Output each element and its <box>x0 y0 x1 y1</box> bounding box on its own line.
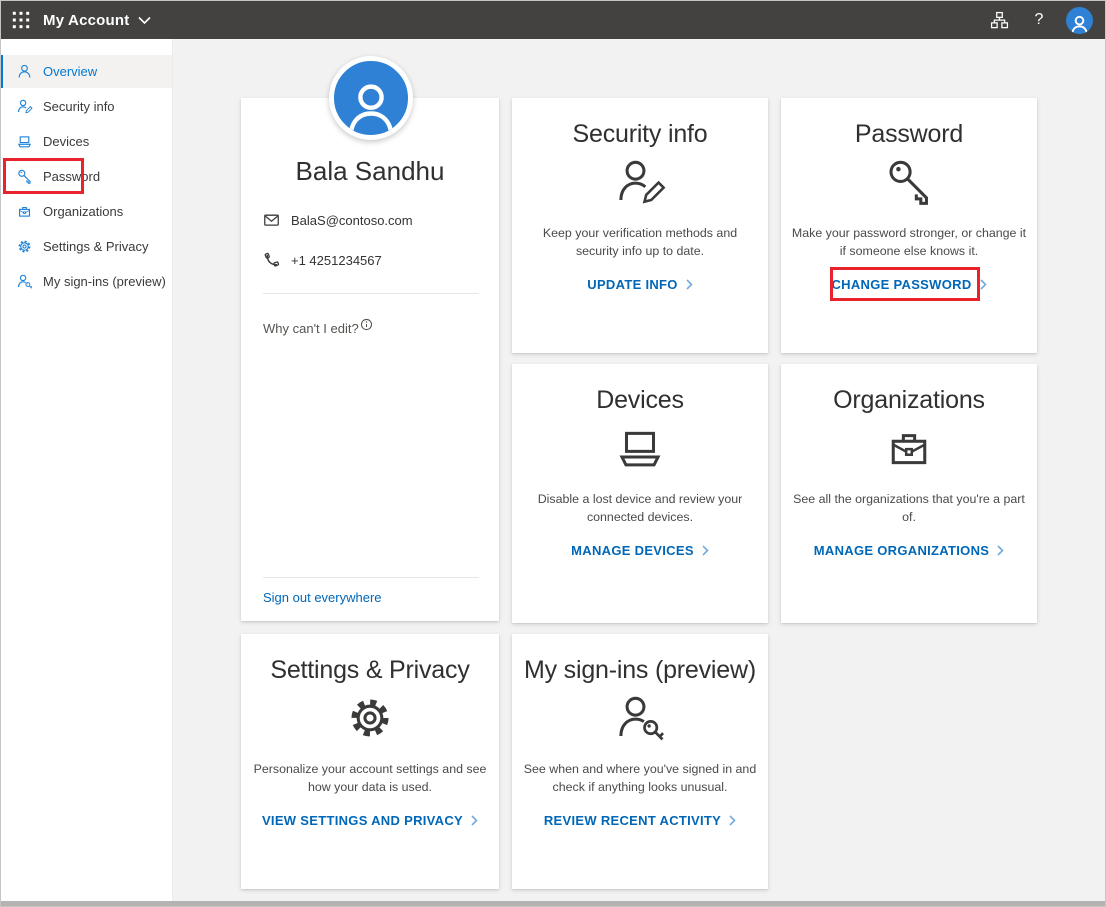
info-icon[interactable] <box>360 318 373 331</box>
phone-icon <box>263 252 280 269</box>
edit-help-text: Why can't I edit? <box>263 321 359 336</box>
sidebar-item-organizations[interactable]: Organizations <box>1 195 172 228</box>
organizations-card: Organizations See all the organizations … <box>781 364 1037 623</box>
avatar-person-icon <box>1066 7 1093 34</box>
briefcase-icon <box>16 203 33 220</box>
chevron-right-icon <box>980 279 987 290</box>
view-settings-privacy-link[interactable]: VIEW SETTINGS AND PRIVACY <box>262 813 478 828</box>
key-icon <box>16 168 33 185</box>
manage-devices-link[interactable]: MANAGE DEVICES <box>571 543 709 558</box>
sign-out-everywhere-link[interactable]: Sign out everywhere <box>241 590 499 605</box>
sidebar-item-label: Overview <box>43 64 97 79</box>
bottom-edge-strip <box>1 901 1105 906</box>
review-recent-activity-link[interactable]: REVIEW RECENT ACTIVITY <box>544 813 736 828</box>
profile-email-row: BalaS@contoso.com <box>241 212 499 229</box>
divider <box>263 293 479 294</box>
app-launcher-waffle-icon[interactable] <box>1 1 41 39</box>
sidebar-item-label: Settings & Privacy <box>43 239 149 254</box>
sidebar-item-settings-privacy[interactable]: Settings & Privacy <box>1 230 172 263</box>
profile-phone-row: +1 4251234567 <box>241 252 499 269</box>
sidebar-item-label: Password <box>43 169 100 184</box>
profile-phone: +1 4251234567 <box>291 253 382 268</box>
profile-email: BalaS@contoso.com <box>291 213 413 228</box>
briefcase-icon <box>882 421 936 475</box>
app-title[interactable]: My Account <box>43 12 129 29</box>
sidebar-nav: Overview Security info Devices Password <box>1 39 173 901</box>
laptop-icon <box>16 133 33 150</box>
card-description: Disable a lost device and review your co… <box>512 491 768 527</box>
card-title: Organizations <box>833 386 985 415</box>
profile-name: Bala Sandhu <box>241 156 499 187</box>
divider <box>263 577 479 578</box>
security-info-card: Security info Keep your verification met… <box>512 98 768 353</box>
help-icon[interactable]: ? <box>1023 4 1055 36</box>
chevron-right-icon <box>686 279 693 290</box>
account-avatar[interactable] <box>1063 4 1095 36</box>
card-title: Settings & Privacy <box>270 656 469 685</box>
devices-card: Devices Disable a lost device and review… <box>512 364 768 623</box>
top-app-bar: My Account ? <box>1 1 1105 39</box>
sidebar-item-label: Organizations <box>43 204 123 219</box>
mail-icon <box>263 212 280 229</box>
spacer <box>241 336 499 577</box>
chevron-right-icon <box>729 815 736 826</box>
gear-icon <box>343 691 397 745</box>
password-card: Password Make your password stronger, or… <box>781 98 1037 353</box>
profile-avatar-person-icon <box>329 56 413 140</box>
change-password-link[interactable]: CHANGE PASSWORD <box>831 277 986 292</box>
sidebar-item-my-sign-ins[interactable]: My sign-ins (preview) <box>1 265 172 298</box>
card-description: See when and where you've signed in and … <box>512 761 768 797</box>
card-description: Personalize your account settings and se… <box>241 761 499 797</box>
sidebar-item-label: Security info <box>43 99 115 114</box>
settings-privacy-card: Settings & Privacy Personalize your acco… <box>241 634 499 889</box>
laptop-icon <box>613 421 667 475</box>
card-description: Keep your verification methods and secur… <box>512 225 768 261</box>
person-key-icon <box>613 691 667 745</box>
person-edit-icon <box>613 155 667 209</box>
card-description: Make your password stronger, or change i… <box>781 225 1037 261</box>
sidebar-item-label: Devices <box>43 134 89 149</box>
sidebar-item-password[interactable]: Password <box>1 160 172 193</box>
person-key-icon <box>16 273 33 290</box>
card-title: Devices <box>596 386 684 415</box>
chevron-right-icon <box>997 545 1004 556</box>
my-account-page: My Account ? <box>0 0 1106 907</box>
card-description: See all the organizations that you're a … <box>781 491 1037 527</box>
chevron-down-icon[interactable] <box>138 16 151 25</box>
card-title: My sign-ins (preview) <box>524 656 756 685</box>
sidebar-item-label: My sign-ins (preview) <box>43 274 166 289</box>
chevron-right-icon <box>471 815 478 826</box>
key-icon <box>882 155 936 209</box>
organization-switcher-icon[interactable] <box>983 4 1015 36</box>
person-edit-icon <box>16 98 33 115</box>
sidebar-item-devices[interactable]: Devices <box>1 125 172 158</box>
profile-card: Bala Sandhu BalaS@contoso.com +1 4251234… <box>241 98 499 621</box>
card-title: Password <box>855 120 963 149</box>
sidebar-item-overview[interactable]: Overview <box>1 55 172 88</box>
update-info-link[interactable]: UPDATE INFO <box>587 277 692 292</box>
edit-help-line: Why can't I edit? <box>241 321 499 336</box>
card-title: Security info <box>573 120 708 149</box>
chevron-right-icon <box>702 545 709 556</box>
manage-organizations-link[interactable]: MANAGE ORGANIZATIONS <box>814 543 1004 558</box>
person-icon <box>16 63 33 80</box>
main-content: Bala Sandhu BalaS@contoso.com +1 4251234… <box>173 39 1105 901</box>
sidebar-item-security-info[interactable]: Security info <box>1 90 172 123</box>
gear-icon <box>16 238 33 255</box>
my-sign-ins-card: My sign-ins (preview) See when and where… <box>512 634 768 889</box>
